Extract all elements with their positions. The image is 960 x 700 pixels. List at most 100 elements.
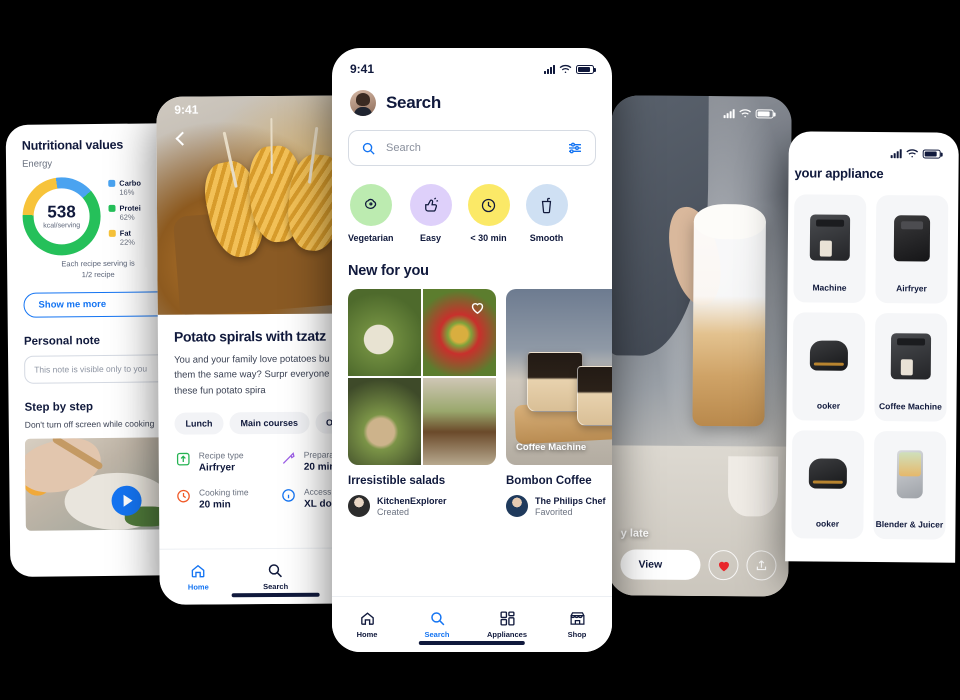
nutrition-title: Nutritional values [21,137,124,153]
nav-item-home[interactable]: Home [159,562,237,592]
coffee-cup-shape [577,366,612,427]
wifi-icon [906,149,919,158]
legend-pct: 16% [119,187,135,197]
appliances-grid: Machine Airfryer ooker Coffee Machine oo… [785,180,958,540]
home-icon [191,564,205,578]
recipe-author: KitchenExplorer Created [348,495,496,517]
clock-icon [177,489,190,503]
chip-label: Easy [420,233,442,243]
like-button[interactable] [708,550,739,581]
macros-legend: Carbo 16% Protei 62% Fat 22% [108,178,141,253]
appliance-image [876,207,949,270]
appliance-cell[interactable]: ooker [792,312,866,421]
recipe-meta-item: Recipe type Airfryer [175,450,270,474]
author-name: KitchenExplorer [377,495,447,506]
thumbs-up-icon [425,196,439,212]
meta-value: Airfryer [198,462,236,474]
appliance-image [874,443,947,506]
filter-icon[interactable] [567,140,583,156]
legend-row: Protei 62% [108,203,141,221]
appliance-label: Coffee Machine [879,401,942,412]
meta-key: Recipe type [198,450,244,461]
category-chip-smooth[interactable]: Smooth [525,184,568,243]
appliance-cell[interactable]: Blender & Juicer [873,431,947,540]
appliances-card: your appliance Machine Airfryer ooker Co… [785,131,959,563]
appliance-cell[interactable]: ooker [791,430,865,539]
favorite-heart-icon[interactable] [469,299,486,316]
step-by-step-note: Don't turn off screen while cooking [24,418,155,430]
appliances-status-bar [789,139,959,166]
appliances-icon [499,611,515,626]
nav-label: Home [187,582,209,592]
share-button[interactable] [746,550,777,581]
step-video-thumbnail[interactable] [24,437,176,531]
milk-foam-shape [693,203,766,239]
nav-item-appliances[interactable]: Appliances [472,610,542,639]
nav-item-search[interactable]: Search [237,562,315,592]
nutrition-chart-area: 538 kcal/serving Carbo 16% Protei 62% Fat … [22,176,173,256]
search-card: 9:41 Search Search Vegetarian Easy < 30 … [332,48,612,652]
legend-row: Fat 22% [108,228,142,247]
battery-icon [922,148,941,159]
recipe-tile-salads[interactable]: Irresistible salads KitchenExplorer Crea… [348,289,496,517]
coffee-cup-shape [526,352,583,413]
legend-swatch [108,179,116,187]
category-chip-easy[interactable]: Easy [409,184,452,243]
category-chip-30-min[interactable]: < 30 min [467,184,510,243]
appliance-image [792,442,865,505]
legend-row: Carbo 16% [108,178,141,196]
legend-swatch [108,229,116,237]
share-icon [756,560,767,571]
appliance-cell[interactable]: Airfryer [875,195,949,304]
legend-pct: 62% [119,212,135,222]
show-me-more-button[interactable]: Show me more [23,291,174,318]
coffee-actions: View [620,549,777,581]
cooker-art [808,458,848,489]
personal-note-input[interactable]: This note is visible only to you [24,354,175,384]
avatar[interactable] [350,90,376,116]
chip-circle [409,184,452,226]
appliance-cell[interactable]: Coffee Machine [874,313,948,422]
shop-icon [569,612,585,625]
recipe-tag[interactable]: Main courses [229,411,310,435]
battery-icon [755,108,774,119]
author-avatar [348,495,370,517]
status-time: 9:41 [350,62,375,76]
recipe-tile-coffee[interactable]: Coffee Machine Bombon Coffee The Philips… [506,289,612,517]
play-icon[interactable] [110,485,142,516]
image-caption: Coffee Machine [516,442,587,453]
smoothie-icon [541,197,552,213]
cooker-art [809,340,849,371]
category-chip-vegetarian[interactable]: Vegetarian [348,184,394,243]
appliance-image [875,325,948,388]
search-input[interactable]: Search [348,130,596,166]
search-icon [362,142,375,155]
view-button[interactable]: View [620,549,701,581]
heart-icon [718,561,729,571]
coffee-overlay: y late View [608,527,788,596]
legend-pct: 22% [119,237,135,247]
back-icon[interactable] [172,131,188,147]
status-time: 9:41 [174,102,199,117]
meta-value: 20 min [303,461,336,473]
legend-label: Protei [119,203,141,213]
kcal-unit: kcal/serving [43,222,81,230]
coffee-status-bar [612,99,792,126]
salad-photo [348,289,421,376]
nav-item-search[interactable]: Search [402,610,472,639]
appliance-label: Blender & Juicer [875,519,944,530]
chip-circle [525,184,568,226]
search-header: Search [332,82,612,116]
latte-glass-shape [692,215,766,427]
nav-item-home[interactable]: Home [332,610,402,639]
nav-label: Search [263,581,289,592]
meta-key: Prepara [303,449,335,460]
appliance-cell[interactable]: Machine [793,194,867,303]
recipe-tag[interactable]: Lunch [174,412,224,435]
category-chip-row: Vegetarian Easy < 30 min Smooth [332,166,612,243]
salad-photo [348,378,421,465]
nav-item-shop[interactable]: Shop [542,610,612,639]
salad-photo [423,378,496,465]
legend-label: Carbo [119,178,141,188]
home-indicator [418,641,526,645]
